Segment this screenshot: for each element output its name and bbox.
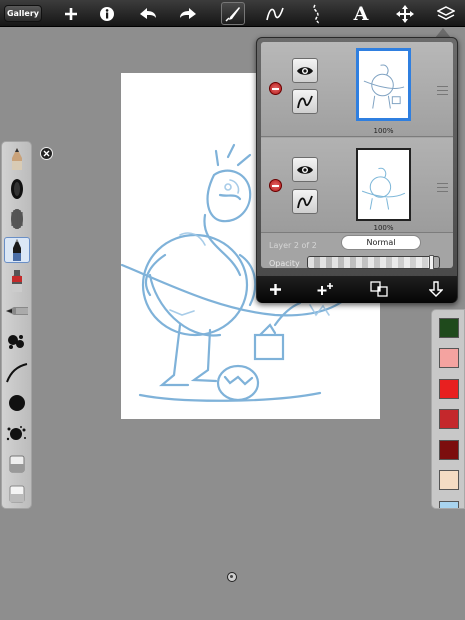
pencil-icon (12, 148, 22, 170)
layer-row[interactable]: 100% (261, 42, 453, 137)
delete-layer-button[interactable] (269, 82, 282, 95)
soft-airbrush-tool[interactable] (4, 206, 30, 232)
plus-icon (65, 7, 77, 20)
brush-tool-button[interactable] (221, 2, 245, 25)
layer-count-label: Layer 2 of 2 (269, 241, 317, 250)
sketchbook-app: Gallery A 100% 100% Layer 2 of 2 Normal … (0, 0, 465, 620)
layers-icon (437, 5, 455, 20)
brush-icon (225, 6, 240, 22)
blend-mode-button[interactable]: Normal (341, 235, 421, 250)
reorder-handle[interactable] (437, 86, 448, 95)
merge-layer-icon (370, 281, 388, 297)
blend-options-button[interactable] (292, 89, 318, 114)
color-swatch[interactable] (439, 409, 459, 429)
color-swatch[interactable] (439, 470, 459, 490)
marker-tool[interactable] (4, 268, 30, 294)
airbrush-tool[interactable] (4, 176, 30, 202)
layer-opacity-label: 100% (373, 127, 394, 135)
ballpoint-pen-tool[interactable] (4, 237, 30, 263)
merge-down-button[interactable] (423, 278, 449, 300)
eye-icon (297, 165, 313, 174)
merge-layer-button[interactable] (366, 278, 392, 300)
round-brush-tool[interactable] (4, 390, 30, 416)
visibility-toggle[interactable] (292, 58, 318, 83)
duplicate-layer-icon (317, 283, 333, 295)
marker-icon (12, 270, 22, 292)
chisel-brush-icon (6, 307, 28, 315)
color-swatch[interactable] (439, 379, 459, 399)
hard-eraser-tool[interactable] (4, 451, 30, 477)
splatter-tool[interactable] (4, 329, 30, 355)
ruler-icon (313, 4, 319, 24)
soft-eraser-icon (9, 485, 25, 503)
layer-thumbnail[interactable] (356, 148, 411, 221)
layer-thumbnail[interactable] (356, 48, 411, 121)
opacity-label: Opacity (269, 259, 300, 268)
visibility-toggle[interactable] (292, 157, 318, 182)
layer-actions-bar (257, 276, 457, 303)
curve-icon (297, 95, 313, 108)
curve-icon (266, 7, 284, 20)
pencil-tool[interactable] (4, 146, 30, 172)
brush-palette (1, 141, 32, 509)
undo-icon (140, 7, 156, 19)
reorder-handle[interactable] (437, 183, 448, 192)
pen-icon (13, 239, 21, 261)
close-palette-button[interactable] (40, 147, 53, 160)
airbrush-icon (11, 179, 23, 199)
arrow-down-icon (429, 281, 443, 297)
curve-icon (297, 195, 313, 208)
info-button[interactable] (95, 2, 119, 25)
chisel-brush-tool[interactable] (4, 298, 30, 324)
color-swatch[interactable] (439, 440, 459, 460)
splatter-icon (8, 335, 24, 349)
spray-icon (6, 426, 26, 441)
eye-icon (297, 66, 313, 75)
ruler-tool-button[interactable] (305, 2, 329, 25)
soft-airbrush-icon (11, 209, 23, 229)
color-swatch[interactable] (439, 348, 459, 368)
transform-icon (396, 4, 414, 23)
toggle-ui-button[interactable] (227, 572, 237, 582)
opacity-slider-fill (308, 257, 434, 268)
curve-tool-button[interactable] (263, 2, 287, 25)
layer-row[interactable]: 100% (261, 138, 453, 233)
redo-button[interactable] (176, 2, 200, 25)
top-toolbar: Gallery A (0, 0, 465, 27)
layers-button[interactable] (434, 2, 458, 25)
duplicate-layer-button[interactable] (313, 278, 339, 300)
layer-opacity-label: 100% (373, 224, 394, 232)
new-button[interactable] (59, 2, 83, 25)
close-icon (43, 150, 50, 157)
blend-options-button[interactable] (292, 189, 318, 214)
layer-thumbnail-sketch (363, 64, 405, 109)
color-swatch[interactable] (439, 501, 459, 508)
plus-icon (269, 283, 281, 295)
opacity-slider-knob[interactable] (428, 255, 434, 270)
transform-tool-button[interactable] (393, 2, 417, 25)
gallery-button[interactable]: Gallery (4, 5, 42, 22)
opacity-slider[interactable] (307, 255, 440, 270)
layer-thumbnail-sketch (361, 167, 406, 210)
redo-icon (180, 7, 196, 19)
color-palette (431, 309, 465, 509)
spray-splatter-tool[interactable] (4, 421, 30, 447)
info-icon (100, 6, 114, 21)
color-swatch[interactable] (439, 318, 459, 338)
round-brush-icon (9, 395, 25, 411)
layers-panel: 100% 100% Layer 2 of 2 Normal Opacity (256, 37, 458, 303)
eraser-icon (9, 455, 25, 473)
delete-layer-button[interactable] (269, 179, 282, 192)
undo-button[interactable] (136, 2, 160, 25)
add-layer-button[interactable] (262, 278, 288, 300)
smudge-tool[interactable] (4, 360, 30, 386)
smudge-stroke-icon (6, 363, 28, 383)
soft-eraser-tool[interactable] (4, 481, 30, 507)
text-icon: A (353, 2, 369, 25)
text-tool-button[interactable]: A (349, 2, 373, 25)
